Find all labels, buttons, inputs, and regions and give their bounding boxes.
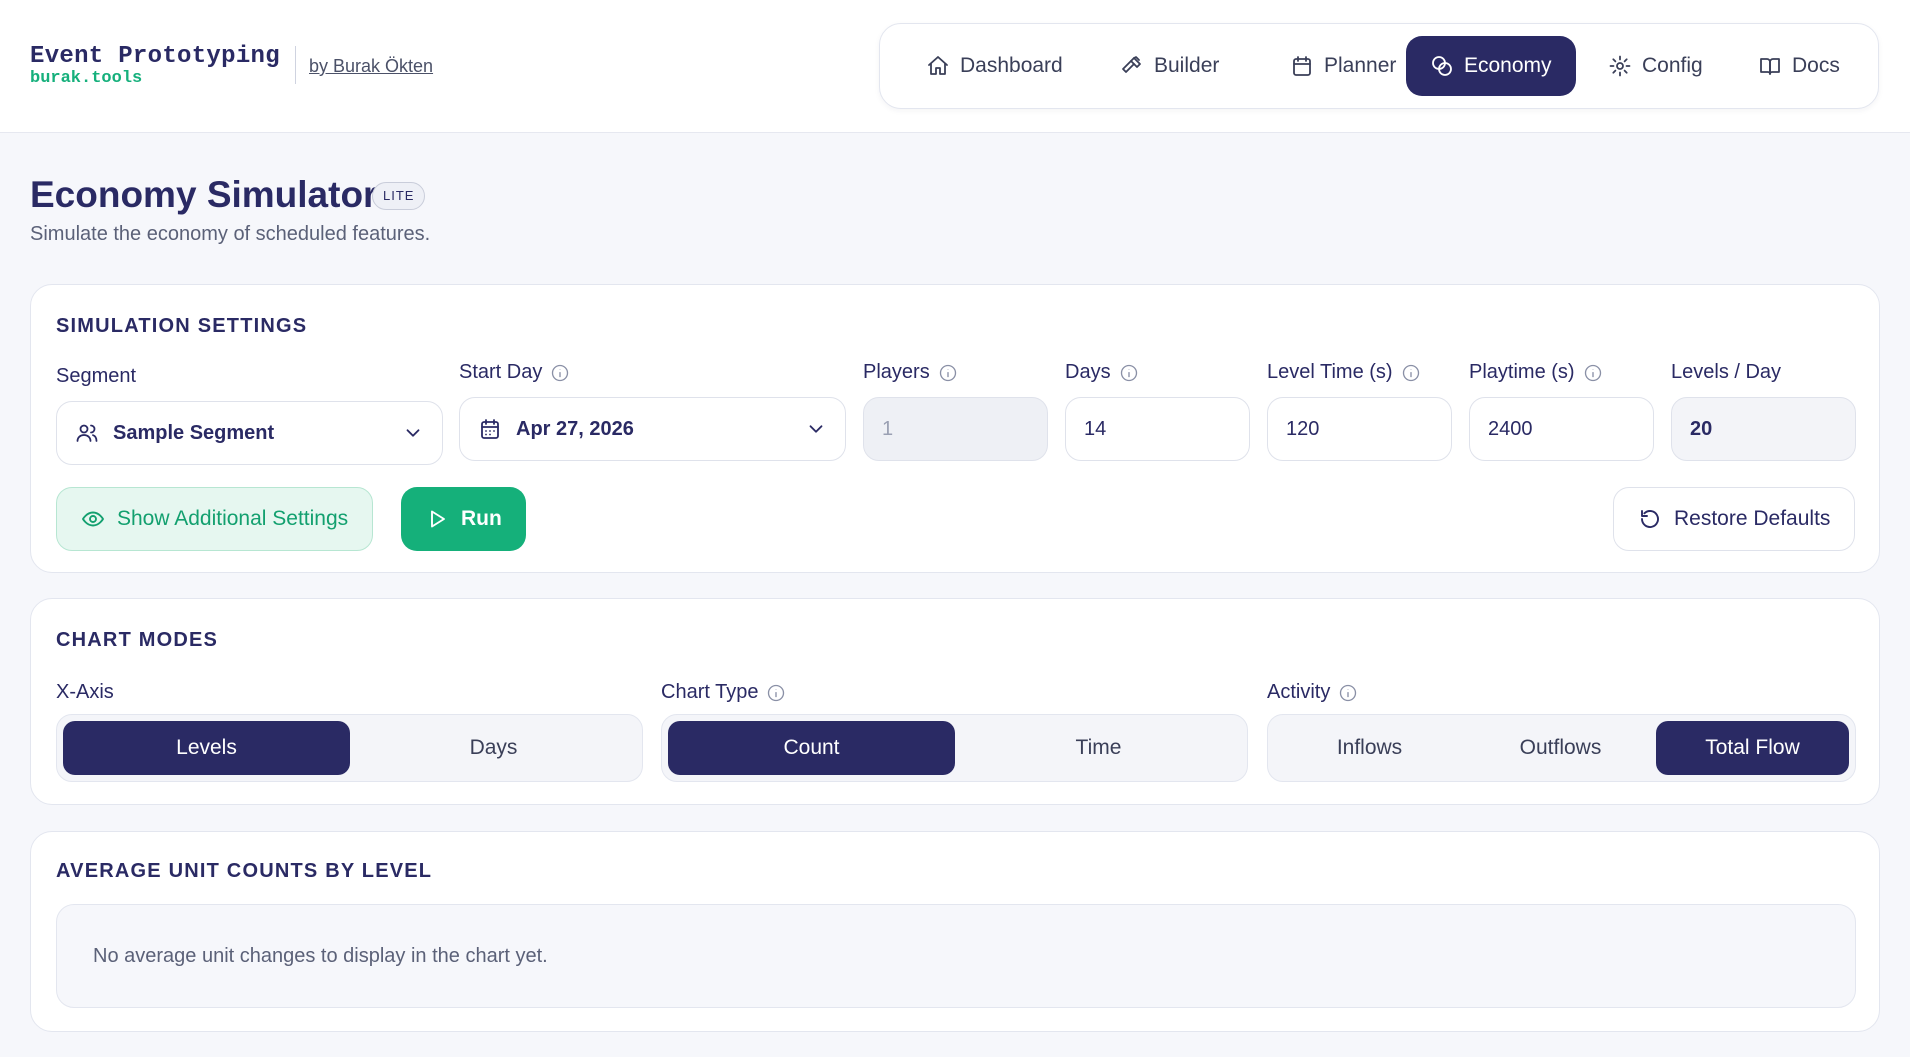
start-day-value: Apr 27, 2026 bbox=[516, 417, 634, 440]
playtime-input[interactable]: 2400 bbox=[1469, 397, 1654, 461]
nav-item-label: Docs bbox=[1792, 54, 1840, 77]
card-title: AVERAGE UNIT COUNTS BY LEVEL bbox=[56, 860, 433, 882]
calendar-icon bbox=[481, 419, 499, 439]
playtime-label: Playtime (s) bbox=[1469, 361, 1603, 384]
chart-type-label-text: Chart Type bbox=[661, 681, 759, 703]
page-subtitle: Simulate the economy of scheduled featur… bbox=[30, 223, 431, 245]
nav-item-label: Builder bbox=[1154, 54, 1220, 77]
brand-divider bbox=[295, 46, 296, 84]
x-axis-label-text: X-Axis bbox=[56, 681, 114, 703]
show-additional-settings-button[interactable]: Show Additional Settings bbox=[56, 487, 374, 551]
main-nav: Dashboard Builder Planner Economy Config… bbox=[879, 23, 1879, 109]
nav-item-label: Planner bbox=[1324, 54, 1397, 77]
author-link[interactable]: by Burak Ökten bbox=[309, 56, 433, 77]
start-day-picker[interactable]: Apr 27, 2026 bbox=[459, 397, 846, 461]
segment-label-text: Segment bbox=[56, 365, 137, 387]
level-time-label: Level Time (s) bbox=[1267, 361, 1421, 384]
restore-defaults-label: Restore Defaults bbox=[1674, 507, 1831, 530]
x-axis-option-days[interactable]: Days bbox=[350, 721, 637, 775]
top-bar: Event Prototyping burak.tools by Burak Ö… bbox=[0, 0, 1910, 133]
play-icon bbox=[431, 510, 445, 528]
users-icon bbox=[76, 424, 98, 442]
level-time-input[interactable]: 120 bbox=[1267, 397, 1452, 461]
card-title: CHART MODES bbox=[56, 629, 219, 651]
empty-chart-message: No average unit changes to display in th… bbox=[56, 904, 1856, 1008]
levels-per-day-value: 20 bbox=[1690, 417, 1713, 440]
info-icon[interactable] bbox=[550, 363, 570, 383]
activity-option-total-flow[interactable]: Total Flow bbox=[1656, 721, 1849, 775]
page-title: Economy Simulator bbox=[30, 174, 378, 215]
x-axis-label: X-Axis bbox=[56, 681, 114, 704]
days-label: Days bbox=[1065, 361, 1139, 384]
info-icon[interactable] bbox=[1401, 363, 1421, 383]
card-title: SIMULATION SETTINGS bbox=[56, 315, 308, 337]
eye-icon bbox=[82, 511, 104, 527]
chevron-down-icon bbox=[809, 425, 823, 433]
x-axis-option-levels[interactable]: Levels bbox=[63, 721, 350, 775]
simulation-settings-card: SIMULATION SETTINGS Segment Sample Segme… bbox=[30, 284, 1880, 573]
activity-label-text: Activity bbox=[1267, 681, 1331, 703]
info-icon[interactable] bbox=[766, 683, 786, 703]
lite-badge: LITE bbox=[372, 182, 426, 210]
chart-type-label: Chart Type bbox=[661, 681, 786, 704]
days-label-text: Days bbox=[1065, 361, 1111, 383]
activity-option-inflows[interactable]: Inflows bbox=[1274, 721, 1465, 775]
nav-item-builder[interactable]: Builder bbox=[1096, 36, 1243, 96]
show-additional-settings-label: Show Additional Settings bbox=[117, 507, 349, 530]
nav-item-label: Economy bbox=[1464, 54, 1552, 77]
chart-type-option-time[interactable]: Time bbox=[955, 721, 1242, 775]
activity-toggle: Inflows Outflows Total Flow bbox=[1267, 714, 1856, 782]
brand-subtitle: burak.tools bbox=[30, 69, 143, 88]
level-time-label-text: Level Time (s) bbox=[1267, 361, 1393, 383]
segment-select[interactable]: Sample Segment bbox=[56, 401, 443, 465]
info-icon[interactable] bbox=[1119, 363, 1139, 383]
calendar-icon bbox=[1293, 56, 1311, 76]
segment-value: Sample Segment bbox=[113, 421, 275, 444]
segment-label: Segment bbox=[56, 365, 136, 388]
nav-item-dashboard[interactable]: Dashboard bbox=[902, 36, 1087, 96]
levels-per-day-input[interactable]: 20 bbox=[1671, 397, 1856, 461]
nav-item-label: Dashboard bbox=[960, 54, 1063, 77]
players-label-text: Players bbox=[863, 361, 930, 383]
days-input[interactable]: 14 bbox=[1065, 397, 1250, 461]
hammer-icon bbox=[1122, 56, 1141, 73]
restore-defaults-button[interactable]: Restore Defaults bbox=[1613, 487, 1856, 551]
nav-item-economy[interactable]: Economy bbox=[1406, 36, 1576, 96]
players-input: 1 bbox=[863, 397, 1048, 461]
nav-item-docs[interactable]: Docs bbox=[1734, 36, 1864, 96]
nav-item-planner[interactable]: Planner bbox=[1266, 36, 1420, 96]
start-day-label-text: Start Day bbox=[459, 361, 543, 383]
activity-option-outflows[interactable]: Outflows bbox=[1465, 721, 1656, 775]
levels-per-day-label: Levels / Day bbox=[1671, 361, 1781, 384]
start-day-label: Start Day bbox=[459, 361, 570, 384]
nav-item-config[interactable]: Config bbox=[1584, 36, 1727, 96]
reset-icon bbox=[1641, 510, 1659, 528]
nav-item-label: Config bbox=[1642, 54, 1703, 77]
levels-per-day-label-text: Levels / Day bbox=[1671, 361, 1782, 383]
brand-title: Event Prototyping bbox=[30, 43, 280, 70]
x-axis-toggle: Levels Days bbox=[56, 714, 643, 782]
run-button[interactable]: Run bbox=[401, 487, 526, 551]
chevron-down-icon bbox=[406, 429, 420, 437]
coins-icon bbox=[1432, 56, 1452, 76]
brand-logo[interactable]: Event Prototyping burak.tools bbox=[30, 44, 280, 88]
home-icon bbox=[928, 56, 948, 75]
gear-icon bbox=[1609, 55, 1631, 77]
run-label: Run bbox=[461, 507, 502, 530]
info-icon[interactable] bbox=[1583, 363, 1603, 383]
playtime-label-text: Playtime (s) bbox=[1469, 361, 1575, 383]
info-icon[interactable] bbox=[1338, 683, 1358, 703]
players-label: Players bbox=[863, 361, 958, 384]
chart-modes-card: CHART MODES X-Axis Levels Days Chart Typ… bbox=[30, 598, 1880, 805]
chart-type-toggle: Count Time bbox=[661, 714, 1248, 782]
book-icon bbox=[1760, 58, 1780, 75]
chart-type-option-count[interactable]: Count bbox=[668, 721, 955, 775]
average-unit-counts-card: AVERAGE UNIT COUNTS BY LEVEL No average … bbox=[30, 831, 1880, 1032]
activity-label: Activity bbox=[1267, 681, 1358, 704]
info-icon[interactable] bbox=[938, 363, 958, 383]
